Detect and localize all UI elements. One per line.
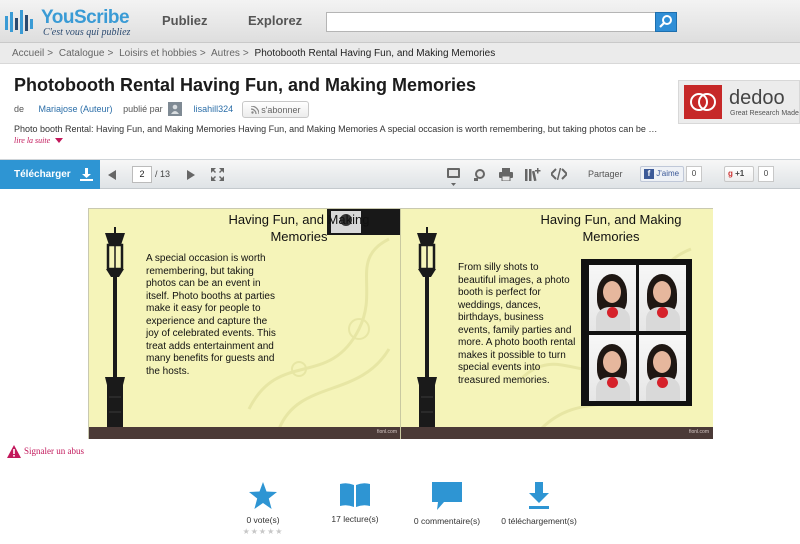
stat-comments[interactable]: 0 commentaire(s)	[397, 482, 497, 526]
document-page-right: Having Fun, and Making Memories From sil…	[401, 209, 713, 439]
rss-icon	[250, 105, 260, 114]
page-total: / 13	[155, 169, 171, 179]
rings-icon	[690, 93, 716, 111]
facebook-like-label: J'aime	[656, 169, 680, 179]
logo-bars-icon	[5, 10, 33, 34]
publisher-link[interactable]: lisahill324	[194, 104, 234, 114]
google-plus-button[interactable]: g +1	[724, 166, 754, 182]
download-icon	[529, 482, 549, 509]
comment-icon	[432, 482, 462, 510]
by-label: de	[14, 104, 25, 115]
document-description: Photo booth Rental: Having Fun, and Maki…	[14, 124, 658, 134]
print-icon[interactable]	[499, 168, 513, 181]
display-mode-icon[interactable]	[447, 168, 461, 186]
breadcrumb-catalogue[interactable]: Catalogue	[59, 48, 105, 59]
stat-reads-label: 17 lecture(s)	[331, 514, 379, 524]
google-plus-label: +1	[735, 169, 745, 178]
author-row: de Mariajose (Auteur) publié par lisahil…	[14, 101, 310, 118]
facebook-like-count: 0	[686, 166, 702, 182]
breadcrumb-accueil[interactable]: Accueil	[12, 48, 44, 59]
nav-explorez[interactable]: Explorez	[248, 13, 302, 28]
photo-booth-photo	[639, 265, 686, 331]
share-label: Partager	[588, 169, 623, 179]
breadcrumb-autres[interactable]: Autres	[211, 48, 240, 59]
page-title: Photobooth Rental Having Fun, and Making…	[14, 75, 477, 95]
warning-icon	[7, 445, 21, 458]
download-icon	[80, 168, 93, 181]
download-button[interactable]: Télécharger	[0, 160, 100, 189]
left-page-title: Having Fun, and Making Memories	[228, 212, 370, 244]
report-abuse-label: Signaler un abus	[24, 446, 84, 456]
left-page-footer: fionl.com	[89, 427, 400, 439]
search-button[interactable]	[655, 12, 677, 32]
search-icon	[659, 15, 672, 28]
right-page-body: From silly shots to beautiful images, a …	[458, 262, 576, 386]
user-icon	[171, 105, 180, 115]
ad-banner[interactable]: dedoo Great Research Made	[678, 80, 800, 124]
search-input[interactable]	[326, 12, 656, 32]
nav-publiez[interactable]: Publiez	[162, 13, 208, 28]
facebook-icon: f	[644, 169, 654, 179]
photo-booth-photo	[589, 335, 636, 401]
read-more-label: lire la suite	[14, 136, 51, 145]
stat-comments-label: 0 commentaire(s)	[413, 516, 481, 526]
publisher-avatar[interactable]	[168, 102, 183, 117]
ad-tagline: Great Research Made	[730, 110, 799, 117]
stat-votes[interactable]: 0 vote(s) ★★★★★	[213, 482, 313, 536]
author-link[interactable]: Mariajose (Auteur)	[39, 104, 113, 114]
zoom-icon[interactable]	[473, 168, 487, 182]
google-plus-icon: g	[728, 169, 733, 178]
page-number-input[interactable]: 2	[132, 166, 152, 183]
ad-name: dedoo	[729, 87, 785, 109]
logo-tagline: C'est vous qui publiez	[43, 27, 131, 38]
photo-booth-strip	[581, 259, 692, 406]
right-page-footer-text: fionl.com	[688, 429, 709, 435]
rating-stars[interactable]: ★★★★★	[213, 527, 313, 536]
book-icon	[340, 483, 370, 507]
download-label: Télécharger	[14, 169, 71, 180]
photo-booth-photo	[589, 265, 636, 331]
right-page-footer: fionl.com	[401, 427, 713, 439]
street-lamp-image	[105, 227, 125, 437]
caret-down-icon	[55, 138, 64, 144]
stat-votes-label: 0 vote(s)	[246, 515, 280, 525]
stat-reads: 17 lecture(s)	[305, 482, 405, 524]
next-page-icon[interactable]	[187, 170, 196, 180]
breadcrumb: Accueil > Catalogue > Loisirs et hobbies > …	[0, 43, 800, 64]
breadcrumb-current: Photobooth Rental Having Fun, and Making…	[254, 48, 496, 59]
document-viewer[interactable]: Having Fun, and Making Memories A specia…	[88, 208, 713, 439]
stat-downloads: 0 téléchargement(s)	[489, 482, 589, 526]
add-to-library-icon[interactable]	[525, 168, 541, 181]
logo-name: YouScribe	[41, 7, 130, 28]
youscribe-logo[interactable]: YouScribe C'est vous qui publiez	[5, 6, 135, 38]
embed-code-icon[interactable]	[551, 168, 567, 180]
stat-downloads-label: 0 téléchargement(s)	[501, 516, 577, 526]
right-page-title: Having Fun, and Making Memories	[540, 212, 682, 244]
subscribe-button[interactable]: s'abonner	[241, 101, 310, 118]
left-page-body: A special occasion is worth remembering,…	[146, 253, 276, 377]
published-by-label: publié par	[123, 104, 163, 115]
viewer-toolbar: Télécharger 2 / 13 Partager f J'aime 0 g…	[0, 159, 800, 189]
breadcrumb-loisirs[interactable]: Loisirs et hobbies	[119, 48, 197, 59]
google-plus-count: 0	[758, 166, 774, 182]
document-page-left: Having Fun, and Making Memories A specia…	[89, 209, 401, 439]
top-bar: YouScribe C'est vous qui publiez Publiez…	[0, 0, 800, 43]
star-icon	[249, 482, 277, 509]
photo-booth-photo	[639, 335, 686, 401]
facebook-like-button[interactable]: f J'aime	[640, 166, 684, 182]
ad-logo	[684, 85, 722, 119]
left-page-footer-text: fionl.com	[376, 429, 397, 435]
subscribe-label: s'abonner	[261, 104, 301, 115]
street-lamp-image	[417, 227, 437, 437]
previous-page-icon[interactable]	[108, 170, 117, 180]
read-more-link[interactable]: lire la suite	[14, 136, 64, 145]
fullscreen-icon[interactable]	[211, 168, 224, 181]
